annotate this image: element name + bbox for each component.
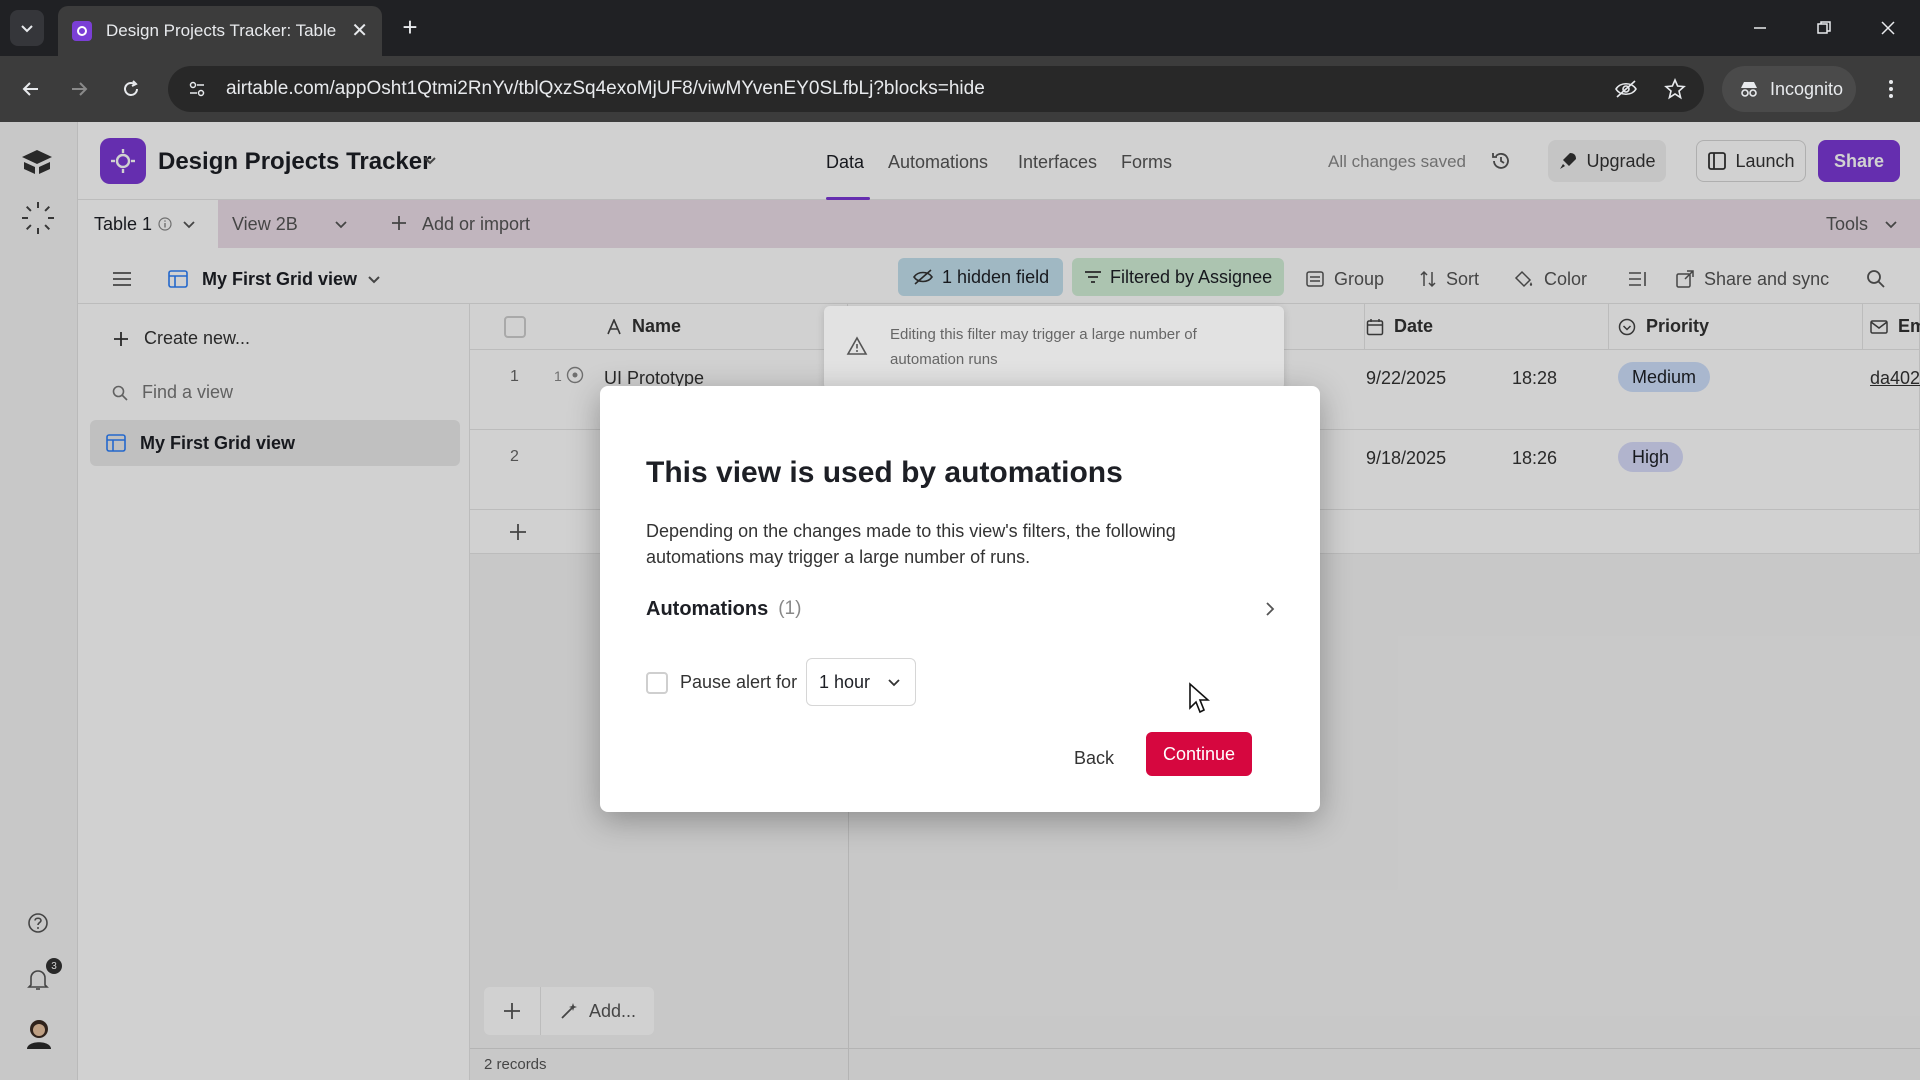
dialog-description: Depending on the changes made to this vi… xyxy=(646,521,1176,567)
warning-icon xyxy=(846,336,868,356)
automations-expander[interactable]: Automations (1) xyxy=(646,592,1276,626)
automations-count: (1) xyxy=(778,598,802,619)
chevron-down-icon xyxy=(887,675,901,689)
back-button[interactable]: Back xyxy=(1062,738,1126,778)
airtable-favicon-icon xyxy=(72,21,92,41)
forward-arrow-icon[interactable] xyxy=(62,72,96,106)
restore-icon[interactable] xyxy=(1804,12,1844,44)
browser-tab-active[interactable]: Design Projects Tracker: Table 1 ✕ xyxy=(58,6,382,56)
new-tab-icon[interactable]: + xyxy=(396,14,424,42)
chevron-down-icon xyxy=(21,25,33,33)
incognito-badge[interactable]: Incognito xyxy=(1722,66,1856,112)
window-close-icon[interactable] xyxy=(1868,12,1908,44)
tab-search-button[interactable] xyxy=(10,10,44,46)
chevron-right-icon xyxy=(1264,601,1276,617)
automation-warning-dialog: This view is used by automations Dependi… xyxy=(600,386,1320,812)
tooltip-text: Editing this filter may trigger a large … xyxy=(890,326,1197,368)
reload-icon[interactable] xyxy=(114,72,148,106)
minimize-icon[interactable] xyxy=(1740,12,1780,44)
close-tab-icon[interactable]: ✕ xyxy=(351,21,368,41)
address-bar[interactable]: airtable.com/appOsht1Qtmi2RnYv/tblQxzSq4… xyxy=(168,66,1704,112)
mouse-cursor-icon xyxy=(1188,682,1210,714)
pause-alert-checkbox[interactable] xyxy=(646,672,668,694)
incognito-label: Incognito xyxy=(1770,78,1844,99)
automations-label: Automations xyxy=(646,597,769,620)
url-text: airtable.com/appOsht1Qtmi2RnYv/tblQxzSq4… xyxy=(226,78,985,99)
airtable-app: 3 Design Projects Tracker Data Automatio… xyxy=(0,122,1920,1080)
back-arrow-icon[interactable] xyxy=(14,72,48,106)
browser-menu-icon[interactable] xyxy=(1874,72,1908,106)
site-settings-icon[interactable] xyxy=(182,74,212,104)
continue-button[interactable]: Continue xyxy=(1146,732,1252,776)
dialog-title: This view is used by automations xyxy=(646,456,1123,489)
pause-duration-select[interactable]: 1 hour xyxy=(806,658,916,706)
eye-off-icon[interactable] xyxy=(1614,79,1638,99)
incognito-icon xyxy=(1738,80,1760,98)
filter-warning-tooltip: Editing this filter may trigger a large … xyxy=(824,306,1284,390)
bookmark-star-icon[interactable] xyxy=(1664,78,1686,100)
pause-alert-label: Pause alert for xyxy=(680,672,798,692)
pause-duration-value: 1 hour xyxy=(819,671,871,692)
tab-title: Design Projects Tracker: Table 1 xyxy=(106,21,338,40)
